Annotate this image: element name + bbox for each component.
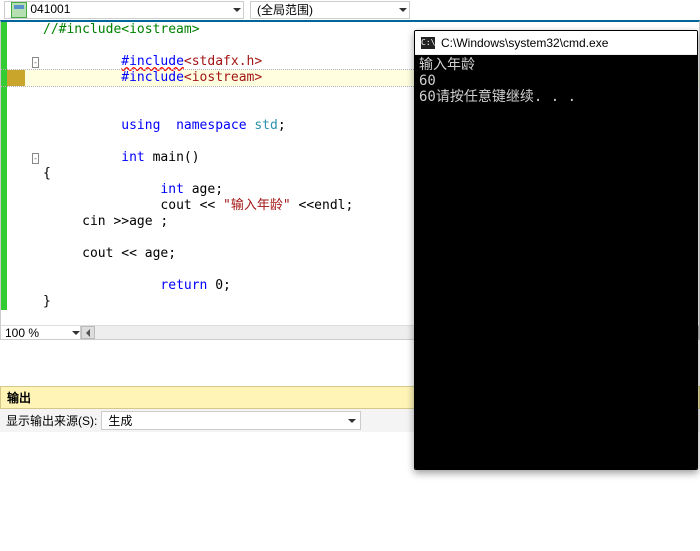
code-line: cout << age;	[43, 246, 176, 262]
scope-icon	[11, 2, 27, 18]
code-line: //#include<iostream>	[43, 22, 200, 38]
chevron-down-icon	[231, 2, 241, 18]
scope-combo-2-text: (全局范围)	[257, 1, 313, 18]
output-source-label: 显示输出来源(S):	[6, 412, 97, 429]
cmd-line: 输入年龄	[419, 57, 475, 73]
zoom-value: 100 %	[5, 326, 39, 340]
code-line: }	[43, 294, 51, 310]
cmd-body[interactable]: 输入年龄 60 60请按任意键继续. . .	[415, 55, 697, 469]
cmd-titlebar[interactable]: C:\ C:\Windows\system32\cmd.exe	[415, 31, 697, 55]
context-toolbar: 041001 (全局范围)	[0, 0, 700, 20]
cmd-title: C:\Windows\system32\cmd.exe	[441, 36, 608, 50]
scope-combo-1-text: 041001	[30, 2, 70, 16]
scope-combo-1[interactable]: 041001	[4, 1, 244, 19]
cmd-window[interactable]: C:\ C:\Windows\system32\cmd.exe 输入年龄 60 …	[414, 30, 698, 470]
chevron-down-icon	[72, 331, 80, 335]
zoom-combo[interactable]: 100 %	[1, 326, 81, 339]
cmd-icon: C:\	[421, 37, 435, 49]
chevron-down-icon	[397, 2, 407, 18]
code-line-current: #include<iostream>	[43, 54, 262, 102]
cmd-line: 60请按任意键继续. . .	[419, 89, 576, 105]
code-line: cin >>age ;	[43, 214, 168, 230]
cmd-line: 60	[419, 73, 436, 89]
output-source-value: 生成	[108, 412, 132, 429]
fold-toggle[interactable]: -	[32, 153, 39, 164]
fold-toggle[interactable]: -	[32, 57, 39, 68]
chevron-down-icon	[348, 419, 356, 423]
output-source-combo[interactable]: 生成	[101, 411, 361, 430]
code-line: return 0;	[43, 262, 231, 310]
scope-combo-2[interactable]: (全局范围)	[250, 1, 410, 19]
scroll-left-button[interactable]	[81, 326, 95, 339]
